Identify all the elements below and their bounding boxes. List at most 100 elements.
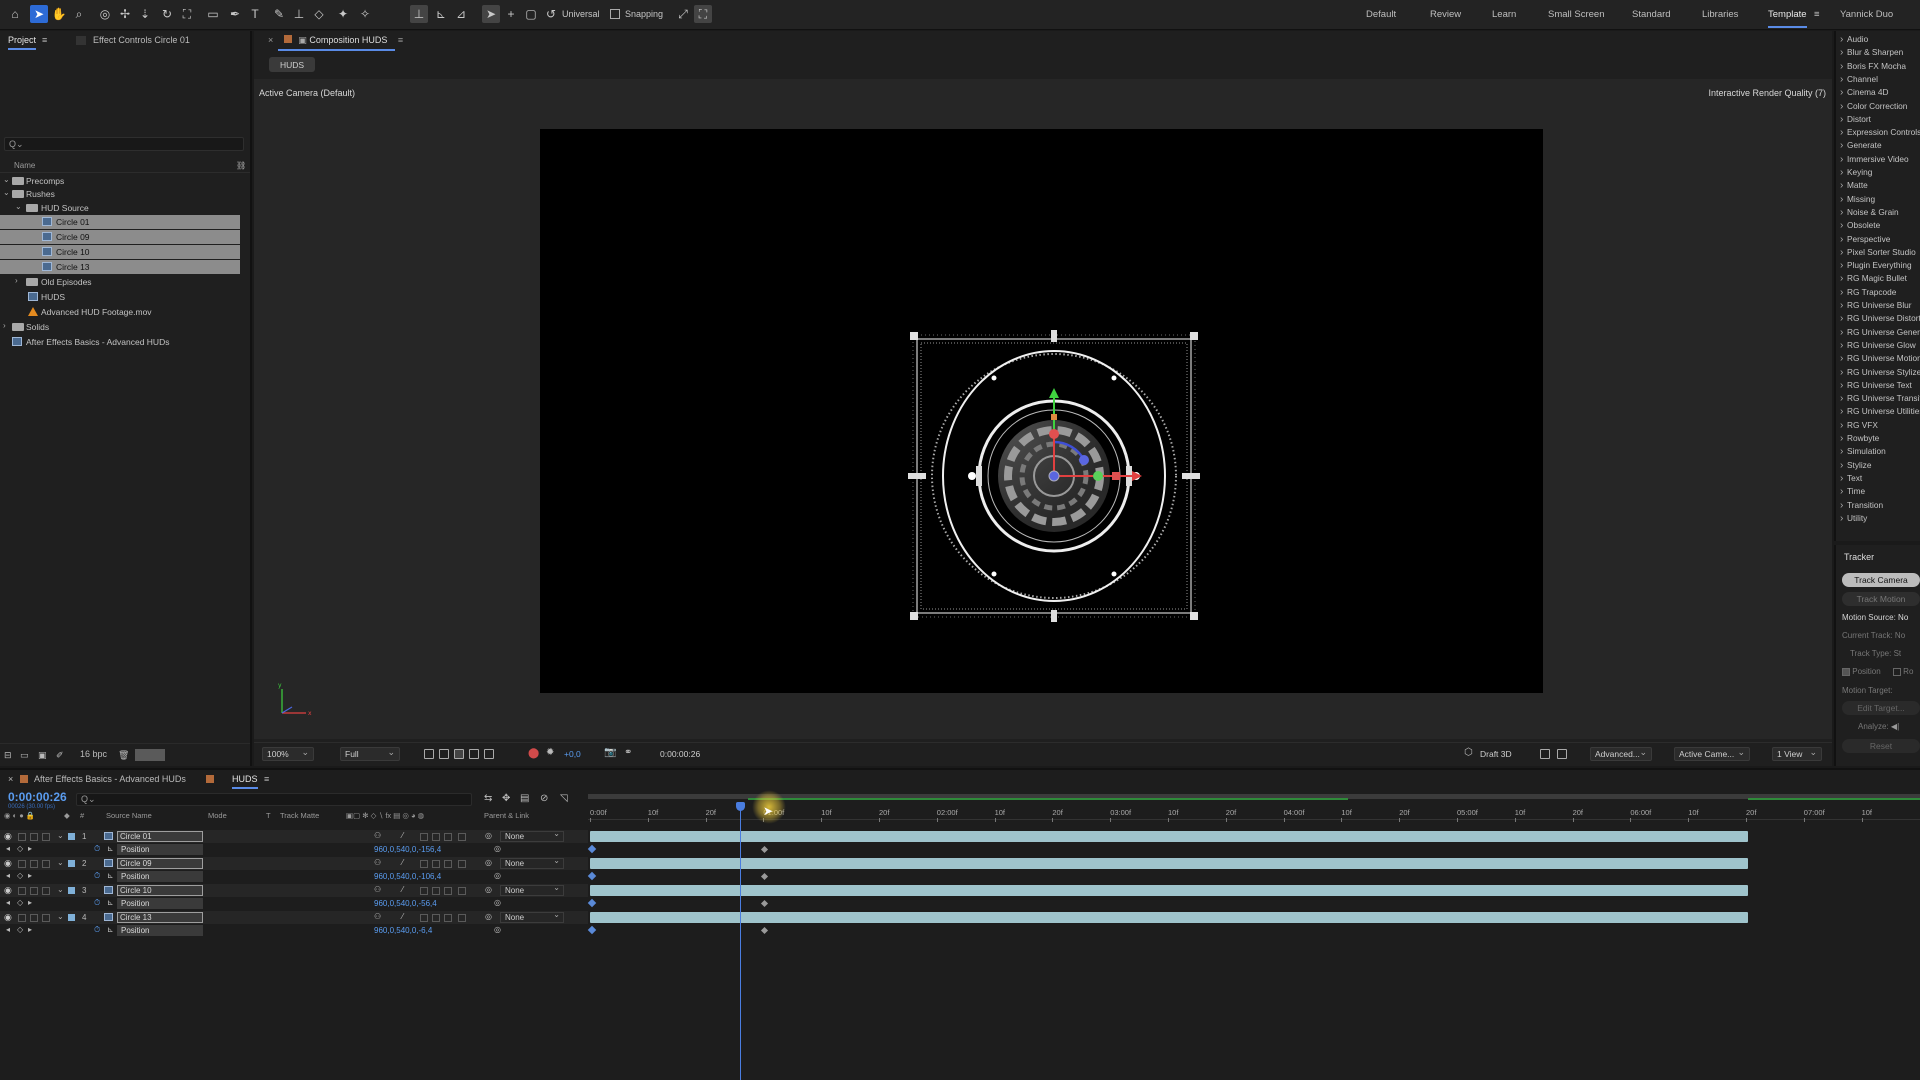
keyframe[interactable]	[760, 926, 769, 935]
show-snapshot-icon[interactable]: ⚭	[624, 747, 632, 758]
expression-pick-whip-icon[interactable]: ◎	[494, 871, 501, 880]
effects-category[interactable]: RG Universe Utilities	[1840, 406, 1920, 417]
visibility-eye-icon[interactable]: ◉	[4, 886, 13, 895]
clone-stamp-tool-icon[interactable]: ⊥	[290, 5, 308, 23]
selection-tool-icon[interactable]: ➤	[30, 5, 48, 23]
3d-layer-toggle[interactable]	[458, 833, 466, 841]
prev-keyframe-icon[interactable]: ◂	[6, 844, 10, 853]
timeline-menu-icon[interactable]: ≡	[264, 774, 269, 784]
color-swatch[interactable]	[135, 749, 165, 761]
new-folder-icon[interactable]: ▭	[20, 750, 29, 761]
solo-toggle[interactable]	[30, 833, 38, 841]
effects-category[interactable]: Pixel Sorter Studio	[1840, 247, 1916, 258]
switch-box[interactable]	[420, 887, 428, 895]
keyframe[interactable]	[760, 899, 769, 908]
snapping-label[interactable]: Snapping	[625, 9, 663, 19]
effects-category[interactable]: RG Universe Glow	[1840, 340, 1916, 351]
shy-icon[interactable]: ⚇	[374, 831, 381, 840]
timeline-timecode[interactable]: 0:00:00:26	[8, 790, 67, 804]
region-of-interest-icon[interactable]	[424, 749, 434, 759]
tab-project[interactable]: Project	[8, 35, 37, 50]
snap-feather-icon[interactable]: ⛶	[694, 5, 712, 23]
effects-category[interactable]: Transition	[1840, 500, 1883, 511]
effects-category[interactable]: RG VFX	[1840, 420, 1878, 431]
bpc-label[interactable]: 16 bpc	[80, 749, 107, 759]
lock-icon[interactable]	[283, 35, 292, 43]
effects-category[interactable]: Channel	[1840, 74, 1878, 85]
effects-category[interactable]: Color Correction	[1840, 101, 1907, 112]
pan-behind-tool-icon[interactable]: ⛶	[178, 5, 196, 23]
layer-duration-bar[interactable]	[590, 885, 1748, 896]
effects-category[interactable]: Audio	[1840, 34, 1868, 45]
comp-flow-chip[interactable]: HUDS	[269, 57, 315, 72]
effects-category[interactable]: Obsolete	[1840, 220, 1880, 231]
3d-layer-toggle[interactable]	[458, 860, 466, 868]
comp-mini-flowchart-icon[interactable]: ⇆	[484, 793, 492, 804]
workspace-small-screen[interactable]: Small Screen	[1548, 9, 1605, 20]
effects-category[interactable]: Blur & Sharpen	[1840, 47, 1903, 58]
list-item[interactable]: › Old Episodes	[0, 275, 240, 289]
visibility-eye-icon[interactable]: ◉	[4, 913, 13, 922]
parent-dropdown[interactable]: None	[500, 883, 564, 896]
quality-icon[interactable]: ⁄	[402, 912, 403, 921]
view-layout-dropdown[interactable]: 1 View	[1772, 746, 1822, 761]
position-checkbox[interactable]: Position Ro	[1842, 667, 1913, 676]
parent-dropdown[interactable]: None	[500, 856, 564, 869]
type-tool-icon[interactable]: T	[246, 5, 264, 23]
effects-category[interactable]: RG Universe Blur	[1840, 300, 1912, 311]
position-value[interactable]: 960,0,540,0,-56,4	[374, 899, 437, 908]
brush-tool-icon[interactable]: ✎	[270, 5, 288, 23]
list-item[interactable]: › Solids	[0, 320, 240, 334]
keyframe[interactable]	[760, 845, 769, 854]
camera-dropdown[interactable]: Active Came...	[1674, 746, 1750, 761]
switch-box[interactable]	[444, 914, 452, 922]
close-icon[interactable]: ×	[268, 35, 273, 45]
pick-whip-icon[interactable]: ◎	[485, 885, 492, 894]
playhead[interactable]	[740, 802, 741, 1080]
position-value[interactable]: 960,0,540,0,-6,4	[374, 926, 432, 935]
keyframe[interactable]	[587, 871, 597, 881]
workspace-review[interactable]: Review	[1430, 9, 1461, 20]
interpret-footage-icon[interactable]: ⊟	[4, 750, 12, 761]
draft-3d-toggle-icon[interactable]: ✥	[502, 793, 510, 804]
rectangle-tool-icon[interactable]: ▭	[204, 5, 222, 23]
close-icon[interactable]: ×	[8, 774, 13, 784]
expression-pick-whip-icon[interactable]: ◎	[494, 925, 501, 934]
snap-edge-icon[interactable]: ⤢	[674, 5, 692, 23]
layer-name[interactable]: Circle 09	[117, 858, 203, 869]
effects-category[interactable]: RG Universe Transitions	[1840, 393, 1920, 404]
mask-visibility-icon[interactable]	[454, 749, 464, 759]
effects-category[interactable]: Noise & Grain	[1840, 207, 1899, 218]
parent-dropdown[interactable]: None	[500, 910, 564, 923]
pen-tool-icon[interactable]: ✒	[226, 5, 244, 23]
visibility-eye-icon[interactable]: ◉	[4, 859, 13, 868]
quality-icon[interactable]: ⁄	[402, 858, 403, 867]
add-keyframe-icon[interactable]: ◇	[17, 925, 23, 934]
tab-timeline-parent[interactable]: After Effects Basics - Advanced HUDs	[34, 774, 186, 784]
project-settings-icon[interactable]: ✐	[56, 750, 64, 761]
delete-icon[interactable]: 🗑	[118, 750, 129, 761]
extended-viewer-icon[interactable]	[1540, 749, 1550, 759]
add-keyframe-icon[interactable]: ◇	[17, 871, 23, 880]
lock-toggle[interactable]	[42, 914, 50, 922]
3d-layer-toggle[interactable]	[458, 914, 466, 922]
edit-target-button[interactable]: Edit Target...	[1842, 701, 1920, 715]
effects-category[interactable]: RG Universe Distort	[1840, 313, 1920, 324]
flowchart-icon[interactable]: ⛓	[236, 161, 246, 170]
next-keyframe-icon[interactable]: ▸	[28, 844, 32, 853]
table-row[interactable]: ◉ ⌄ 3 Circle 10 ⚇ ⁄ ◎ None	[0, 883, 588, 897]
audio-toggle[interactable]	[18, 914, 26, 922]
zoom-tool-icon[interactable]: ⌕	[70, 5, 88, 23]
effects-category[interactable]: Boris FX Mocha	[1840, 61, 1906, 72]
quality-icon[interactable]: ⁄	[402, 831, 403, 840]
graph-editor-icon[interactable]: ◹	[560, 793, 568, 804]
stopwatch-icon[interactable]: ⏱	[94, 844, 100, 854]
transparency-grid-icon[interactable]	[439, 749, 449, 759]
switch-box[interactable]	[432, 833, 440, 841]
list-item[interactable]: After Effects Basics - Advanced HUDs	[0, 335, 240, 349]
next-keyframe-icon[interactable]: ▸	[28, 871, 32, 880]
property-row[interactable]: ◂ ◇ ▸ ⏱ ⊾ Position 960,0,540,0,-6,4 ◎	[0, 924, 588, 937]
exposure-reset-icon[interactable]: ✹	[546, 747, 554, 758]
playhead-handle[interactable]	[736, 802, 745, 811]
time-ruler[interactable]: 0:00f10f20f01:00f10f20f02:00f10f20f03:00…	[588, 800, 1920, 822]
